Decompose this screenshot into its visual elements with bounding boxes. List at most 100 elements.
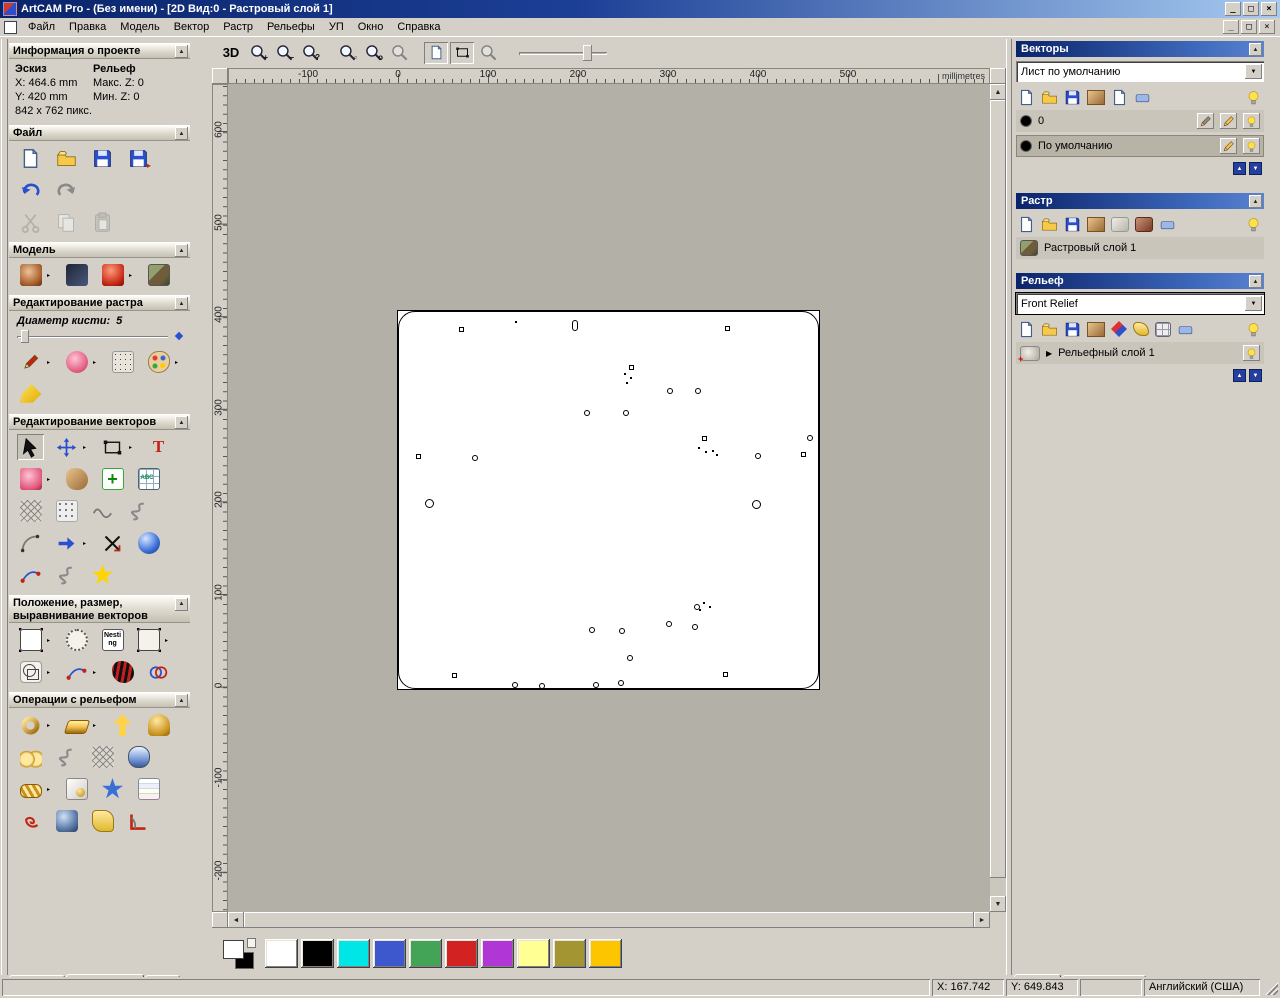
vector-dot[interactable] [807,435,813,441]
vector-dot[interactable] [626,382,628,384]
copy-relief-button[interactable] [135,776,162,802]
bounding-box-button[interactable] [135,627,162,653]
vector-dot[interactable] [425,499,434,508]
palette-swatch[interactable] [337,939,370,968]
layer-colour-chip[interactable] [1020,115,1032,127]
shape-library-button[interactable] [17,659,44,685]
slider-thumb[interactable] [21,330,29,343]
scroll-left-icon[interactable]: ◄ [228,912,244,928]
node-edit-button[interactable] [17,466,44,492]
merge-layer-icon[interactable] [1135,217,1153,232]
vertical-scrollbar[interactable]: ▲ ▼ [990,84,1006,912]
vector-dot[interactable] [618,680,624,686]
zoom-out-button[interactable]: − [272,42,296,64]
import-layer-icon[interactable] [1087,217,1105,232]
vector-dot[interactable] [619,628,625,634]
move-layer-down-icon[interactable]: ▼ [1249,369,1262,382]
paste-button[interactable] [89,209,116,235]
new-layer-icon[interactable] [1018,216,1035,233]
move-layer-up-icon[interactable]: ▲ [1233,162,1246,175]
vertical-scroll-thumb[interactable] [990,100,1006,878]
menu-item[interactable]: Растр [216,19,260,36]
menu-item[interactable]: Правка [62,19,113,36]
move-layer-up-icon[interactable]: ▲ [1233,369,1246,382]
weave-relief-button[interactable] [17,776,44,802]
vector-layer-row-selected[interactable]: По умолчанию [1016,135,1264,157]
paint-tool-button[interactable] [17,349,44,375]
slider-thumb[interactable] [583,45,592,61]
palette-swatch[interactable] [409,939,442,968]
relief-layer-row[interactable]: ▶ Рельефный слой 1 [1016,342,1264,364]
ruler-corner-button[interactable] [212,68,228,84]
vector-dot[interactable] [515,321,517,323]
smooth-relief-button[interactable] [53,744,80,770]
palette-swatch[interactable] [301,939,334,968]
open-model-button[interactable] [53,145,80,171]
menu-item[interactable]: Рельефы [260,19,322,36]
vector-dot[interactable] [712,450,714,452]
model-wizard-button[interactable] [99,262,126,288]
menu-item[interactable]: Справка [390,19,447,36]
paint-selective-button[interactable] [63,349,90,375]
emboss-relief-button[interactable] [63,776,90,802]
import-layer-icon[interactable] [1087,90,1105,105]
collapse-arrow-icon[interactable]: ▲ [175,416,188,429]
menu-item[interactable]: УП [322,19,351,36]
flood-fill-button[interactable] [17,381,44,407]
vector-dot[interactable] [593,682,599,688]
expand-arrow-icon[interactable]: ▶ [1046,349,1052,358]
horizontal-scrollbar[interactable]: ◄ ► [212,912,990,928]
fillet-tool-button[interactable] [17,562,44,588]
vector-texture-button[interactable] [109,659,136,685]
menu-item[interactable]: Модель [113,19,166,36]
palette-swatch[interactable] [373,939,406,968]
text-table-button[interactable] [135,466,162,492]
vector-sheet-combo[interactable]: Лист по умолчанию ▼ [1016,61,1264,82]
combo-arrow-icon[interactable]: ▼ [1245,296,1262,311]
collapse-arrow-icon[interactable]: ▲ [175,127,188,140]
vector-dot[interactable] [623,410,629,416]
move-layer-down-icon[interactable]: ▼ [1249,162,1262,175]
paste-along-curve-button[interactable] [99,466,126,492]
palette-swatch[interactable] [553,939,586,968]
vector-dot[interactable] [716,454,718,456]
3d-view-button[interactable]: 3D [218,42,244,64]
vector-dot[interactable] [572,320,578,331]
new-layer-icon[interactable] [1018,89,1035,106]
vector-dot[interactable] [752,500,761,509]
two-rail-sweep-button[interactable] [17,744,44,770]
menu-item[interactable]: Файл [21,19,62,36]
save-layer-icon[interactable] [1064,89,1081,106]
layer-visibility-icon[interactable] [1243,138,1260,154]
smooth-polyline-button[interactable] [125,498,152,524]
collapse-arrow-icon[interactable]: ▲ [1249,195,1262,208]
close-button[interactable]: × [1261,2,1277,16]
freehand-polyline-button[interactable] [89,498,116,524]
vector-dot[interactable] [703,602,705,604]
point-cloud-button[interactable] [53,498,80,524]
invert-model-button[interactable] [63,262,90,288]
shape-editor-button[interactable] [17,712,44,738]
delete-layer-icon[interactable] [1177,321,1194,338]
menu-item[interactable]: Вектор [167,19,217,36]
vector-dot[interactable] [709,606,711,608]
primary-colour-swatch[interactable] [223,940,244,959]
vector-dot[interactable] [723,672,728,677]
flatten-relief-button[interactable] [89,808,116,834]
palette-swatch[interactable] [589,939,622,968]
vector-dot[interactable] [589,627,595,633]
texture-cube-button[interactable] [53,808,80,834]
open-layer-icon[interactable] [1041,89,1058,106]
vector-dot[interactable] [666,621,672,627]
vector-dot[interactable] [512,682,518,688]
edit-layer-pencil-icon[interactable] [1220,138,1237,154]
save-model-button[interactable] [89,145,116,171]
combine-relief-icon[interactable] [1111,321,1127,337]
load-bitmap-button[interactable] [17,262,44,288]
open-layer-icon[interactable] [1041,216,1058,233]
glass-sphere-button[interactable] [135,530,162,556]
vector-dot[interactable] [629,365,634,370]
preview-blend-slider[interactable] [517,42,609,64]
create-star-button[interactable] [89,562,116,588]
join-vectors-button[interactable] [53,530,80,556]
